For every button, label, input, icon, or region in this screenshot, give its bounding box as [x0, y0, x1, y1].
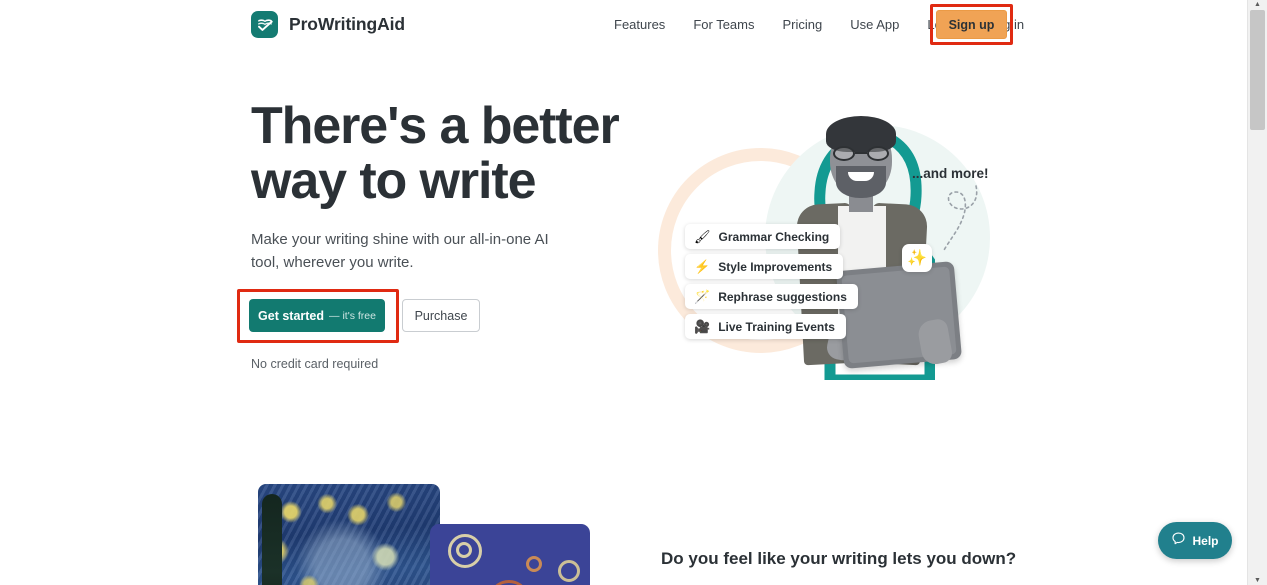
no-credit-card-note: No credit card required — [251, 357, 379, 371]
person-glasses — [833, 146, 889, 161]
hero-cta-row: Get started — it's free Purchase — [237, 289, 487, 343]
magic-wand-icon: 🪄 — [694, 289, 711, 304]
scroll-up-icon: ▲ — [1254, 1, 1261, 8]
feature-pill-label: Live Training Events — [718, 319, 835, 334]
brand-name: ProWritingAid — [289, 14, 406, 34]
starry-night-image — [258, 484, 440, 585]
feature-pill-label: Style Improvements — [718, 259, 833, 274]
scroll-down-icon: ▼ — [1254, 577, 1261, 584]
cypress-tree — [262, 494, 282, 585]
feature-pill-label: Grammar Checking — [718, 229, 830, 244]
scrollbar-thumb[interactable] — [1250, 10, 1265, 130]
curly-dotted-arrow-icon — [943, 185, 978, 251]
nav-link-pricing[interactable]: Pricing — [768, 0, 836, 50]
get-started-suffix: — it's free — [329, 309, 376, 322]
get-started-button[interactable]: Get started — it's free — [249, 299, 385, 332]
nav-link-use-app[interactable]: Use App — [836, 0, 913, 50]
book-check-icon — [251, 11, 278, 38]
hero-illustration: ✨ ...and more! 🖌 Grammar Checking ⚡ Styl… — [640, 90, 1040, 380]
sign-up-button[interactable]: Sign up — [936, 10, 1007, 39]
person-beard — [836, 166, 886, 198]
browser-page: ProWritingAid Features For Teams Pricing… — [0, 0, 1267, 585]
feature-pill-label: Rephrase suggestions — [718, 289, 847, 304]
feature-pill-live-training-events: 🎥 Live Training Events — [685, 314, 846, 339]
scrollbar-down-arrow[interactable]: ▼ — [1248, 576, 1267, 585]
signup-button-wrapper: Sign up — [930, 4, 1013, 45]
feature-pill-style-improvements: ⚡ Style Improvements — [685, 254, 844, 279]
page-viewport: ProWritingAid Features For Teams Pricing… — [0, 0, 1247, 585]
hero-subheading: Make your writing shine with our all-in-… — [251, 231, 549, 271]
nav-link-features[interactable]: Features — [600, 0, 679, 50]
doodle-card-image — [430, 524, 590, 585]
help-label: Help — [1192, 533, 1219, 548]
movie-camera-icon: 🎥 — [694, 319, 711, 334]
scrollbar-up-arrow[interactable]: ▲ — [1248, 0, 1267, 9]
pencil-icon: 🖌 — [694, 229, 711, 244]
feature-pill-grammar-checking: 🖌 Grammar Checking — [685, 224, 841, 249]
nav-link-for-teams[interactable]: For Teams — [679, 0, 768, 50]
vertical-scrollbar[interactable]: ▲ ▼ — [1247, 0, 1267, 585]
site-header: ProWritingAid Features For Teams Pricing… — [0, 0, 1247, 50]
page-title: There's a better way to write — [251, 97, 620, 210]
get-started-label: Get started — [258, 308, 325, 323]
section-question-heading: Do you feel like your writing lets you d… — [661, 549, 1017, 568]
help-widget-button[interactable]: Help — [1158, 522, 1232, 559]
feature-pill-rephrase-suggestions: 🪄 Rephrase suggestions — [685, 284, 858, 309]
and-more-label: ...and more! — [912, 166, 989, 181]
chat-bubble-icon — [1171, 531, 1186, 551]
brand-logo-link[interactable]: ProWritingAid — [251, 11, 405, 38]
lightning-icon: ⚡ — [694, 259, 711, 274]
purchase-button[interactable]: Purchase — [402, 299, 480, 332]
